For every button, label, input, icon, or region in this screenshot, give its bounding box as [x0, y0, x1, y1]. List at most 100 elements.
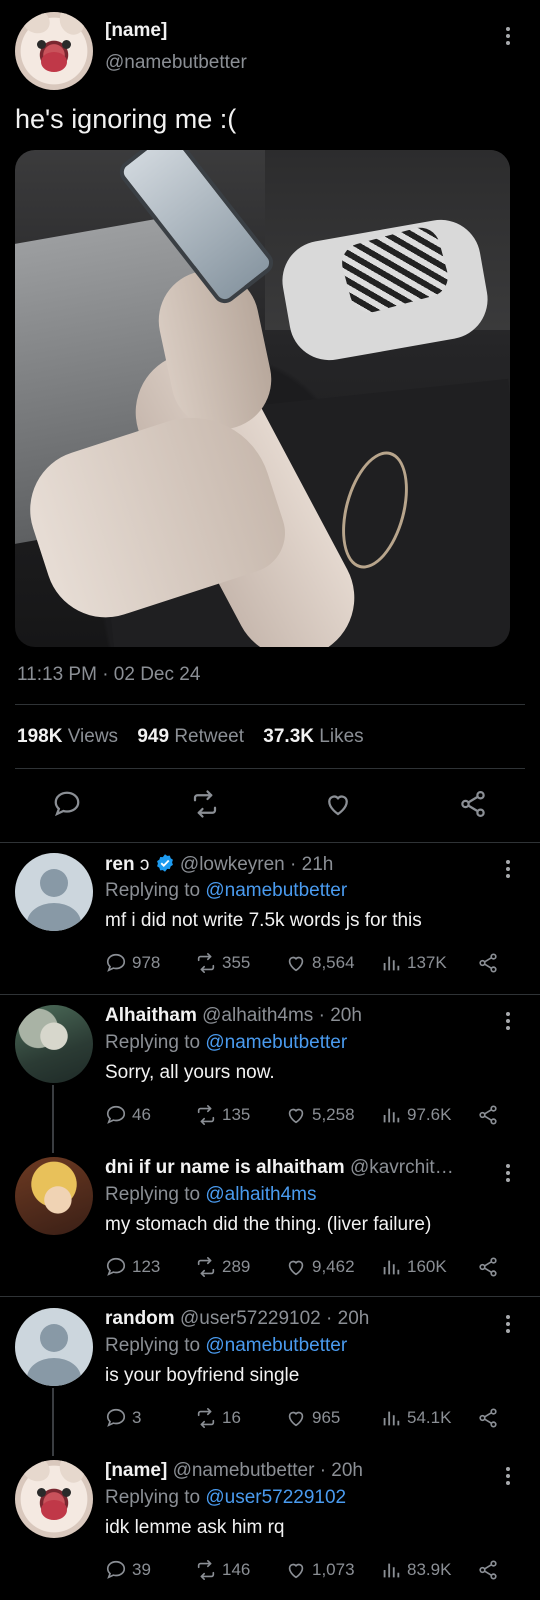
- divider: [0, 842, 540, 843]
- like-count[interactable]: 9,462: [285, 1256, 355, 1278]
- retweet-icon: [197, 1560, 215, 1580]
- reply-count[interactable]: 3: [105, 1407, 141, 1429]
- tweet-text: he's ignoring me :(: [15, 104, 237, 134]
- more-icon[interactable]: [506, 1312, 512, 1336]
- replying-to-link[interactable]: @user57229102: [205, 1487, 346, 1508]
- more-icon[interactable]: [506, 1464, 512, 1488]
- reply-actions: 3 16 965 54.1K: [105, 1407, 505, 1431]
- reply-count[interactable]: 39: [105, 1559, 151, 1581]
- reply-author-handle[interactable]: @alhaith4ms: [202, 1005, 313, 1026]
- retweet-icon: [197, 953, 215, 973]
- share-icon[interactable]: [477, 1407, 499, 1429]
- views-count[interactable]: 54.1K: [380, 1407, 451, 1429]
- like-icon: [288, 1108, 304, 1124]
- like-count[interactable]: 965: [285, 1407, 340, 1429]
- retweet-icon: [197, 1257, 215, 1277]
- retweet-count[interactable]: 16: [195, 1407, 241, 1429]
- avatar[interactable]: [15, 1157, 93, 1235]
- reply-header: Alhaitham @alhaith4ms · 20h: [105, 1005, 362, 1027]
- views-count[interactable]: 83.9K: [380, 1559, 451, 1581]
- reply-icon[interactable]: [49, 786, 85, 822]
- more-icon[interactable]: [506, 1161, 512, 1185]
- replying-prefix: Replying to: [105, 1032, 201, 1053]
- reply-author-name[interactable]: dni if ur name is alhaitham: [105, 1157, 345, 1178]
- author-handle[interactable]: @namebutbetter: [105, 52, 247, 74]
- replying-prefix: Replying to: [105, 1335, 201, 1356]
- tweet-stats: 198K Views 949 Retweet 37.3K Likes: [17, 726, 364, 748]
- share-icon[interactable]: [455, 786, 491, 822]
- avatar[interactable]: [15, 853, 93, 931]
- reply-author-name[interactable]: random: [105, 1308, 175, 1329]
- views-count[interactable]: 137K: [380, 952, 447, 974]
- like-count[interactable]: 5,258: [285, 1104, 355, 1126]
- verified-icon: [156, 854, 173, 872]
- replying-to: Replying to @user57229102: [105, 1487, 346, 1509]
- retweet-count[interactable]: 135: [195, 1104, 250, 1126]
- reply-tweet[interactable]: [name] @namebutbetter · 20h Replying to …: [0, 1460, 540, 1600]
- tweet-actions: [0, 786, 540, 822]
- reply-actions: 123 289 9,462 160K: [105, 1256, 505, 1280]
- retweet-icon: [197, 1408, 215, 1428]
- reply-tweet[interactable]: dni if ur name is alhaitham @kavrchit… R…: [0, 1157, 540, 1297]
- avatar[interactable]: [15, 1308, 93, 1386]
- retweet-count[interactable]: 289: [195, 1256, 250, 1278]
- reply-icon: [106, 1408, 126, 1427]
- reply-header: dni if ur name is alhaitham @kavrchit…: [105, 1157, 454, 1179]
- more-icon[interactable]: [506, 24, 512, 48]
- reply-actions: 978 355 8,564 137K: [105, 952, 505, 976]
- views-count[interactable]: 97.6K: [380, 1104, 451, 1126]
- replying-to-link[interactable]: @namebutbetter: [205, 880, 347, 901]
- replying-to: Replying to @namebutbetter: [105, 1335, 347, 1357]
- share-icon[interactable]: [477, 952, 499, 974]
- retweet-icon: [197, 1105, 215, 1125]
- reply-author-handle[interactable]: @namebutbetter: [173, 1460, 315, 1481]
- retweets-count[interactable]: 949: [137, 726, 169, 747]
- reply-tweet[interactable]: ren ↄ @lowkeyren · 21h Replying to @name…: [0, 853, 540, 993]
- reply-count[interactable]: 46: [105, 1104, 151, 1126]
- retweet-count[interactable]: 146: [195, 1559, 250, 1581]
- more-icon[interactable]: [506, 857, 512, 881]
- retweet-icon[interactable]: [187, 786, 223, 822]
- like-icon[interactable]: [320, 786, 356, 822]
- reply-text: Sorry, all yours now.: [105, 1062, 275, 1083]
- views-count[interactable]: 160K: [380, 1256, 447, 1278]
- reply-author-handle[interactable]: @lowkeyren: [180, 854, 285, 875]
- author-name[interactable]: [name]: [105, 20, 167, 42]
- reply-author-handle[interactable]: @kavrchit…: [350, 1157, 454, 1178]
- divider: [15, 704, 525, 705]
- avatar[interactable]: [15, 12, 93, 90]
- reply-author-name[interactable]: ren: [105, 854, 135, 875]
- replying-to-link[interactable]: @namebutbetter: [205, 1032, 347, 1053]
- replying-prefix: Replying to: [105, 1184, 201, 1205]
- more-icon[interactable]: [506, 1009, 512, 1033]
- reply-author-handle[interactable]: @user57229102: [180, 1308, 321, 1329]
- tweet-timestamp: 11:13 PM · 02 Dec 24: [17, 664, 201, 685]
- replying-to-link[interactable]: @alhaith4ms: [205, 1184, 316, 1205]
- likes-count[interactable]: 37.3K: [263, 726, 314, 747]
- retweets-label[interactable]: Retweet: [174, 726, 244, 747]
- reply-tweet[interactable]: random @user57229102 · 20h Replying to @…: [0, 1308, 540, 1448]
- reply-tweet[interactable]: Alhaitham @alhaith4ms · 20h Replying to …: [0, 1005, 540, 1145]
- reply-author-name[interactable]: [name]: [105, 1460, 167, 1481]
- share-icon[interactable]: [477, 1256, 499, 1278]
- reply-author-name[interactable]: Alhaitham: [105, 1005, 197, 1026]
- reply-icon: [106, 1257, 126, 1276]
- tweet-photo[interactable]: [15, 150, 510, 647]
- retweet-count[interactable]: 355: [195, 952, 250, 974]
- reply-count[interactable]: 123: [105, 1256, 160, 1278]
- share-icon[interactable]: [477, 1559, 499, 1581]
- reply-icon: [106, 1560, 126, 1579]
- reply-header: [name] @namebutbetter · 20h: [105, 1460, 363, 1482]
- like-count[interactable]: 8,564: [285, 952, 355, 974]
- name-emoji: ↄ: [139, 854, 150, 875]
- avatar[interactable]: [15, 1460, 93, 1538]
- replying-prefix: Replying to: [105, 1487, 201, 1508]
- reply-count[interactable]: 978: [105, 952, 160, 974]
- avatar[interactable]: [15, 1005, 93, 1083]
- reply-header: random @user57229102 · 20h: [105, 1308, 369, 1330]
- share-icon[interactable]: [477, 1104, 499, 1126]
- likes-label[interactable]: Likes: [319, 726, 363, 747]
- like-count[interactable]: 1,073: [285, 1559, 355, 1581]
- divider: [0, 994, 540, 995]
- replying-to-link[interactable]: @namebutbetter: [205, 1335, 347, 1356]
